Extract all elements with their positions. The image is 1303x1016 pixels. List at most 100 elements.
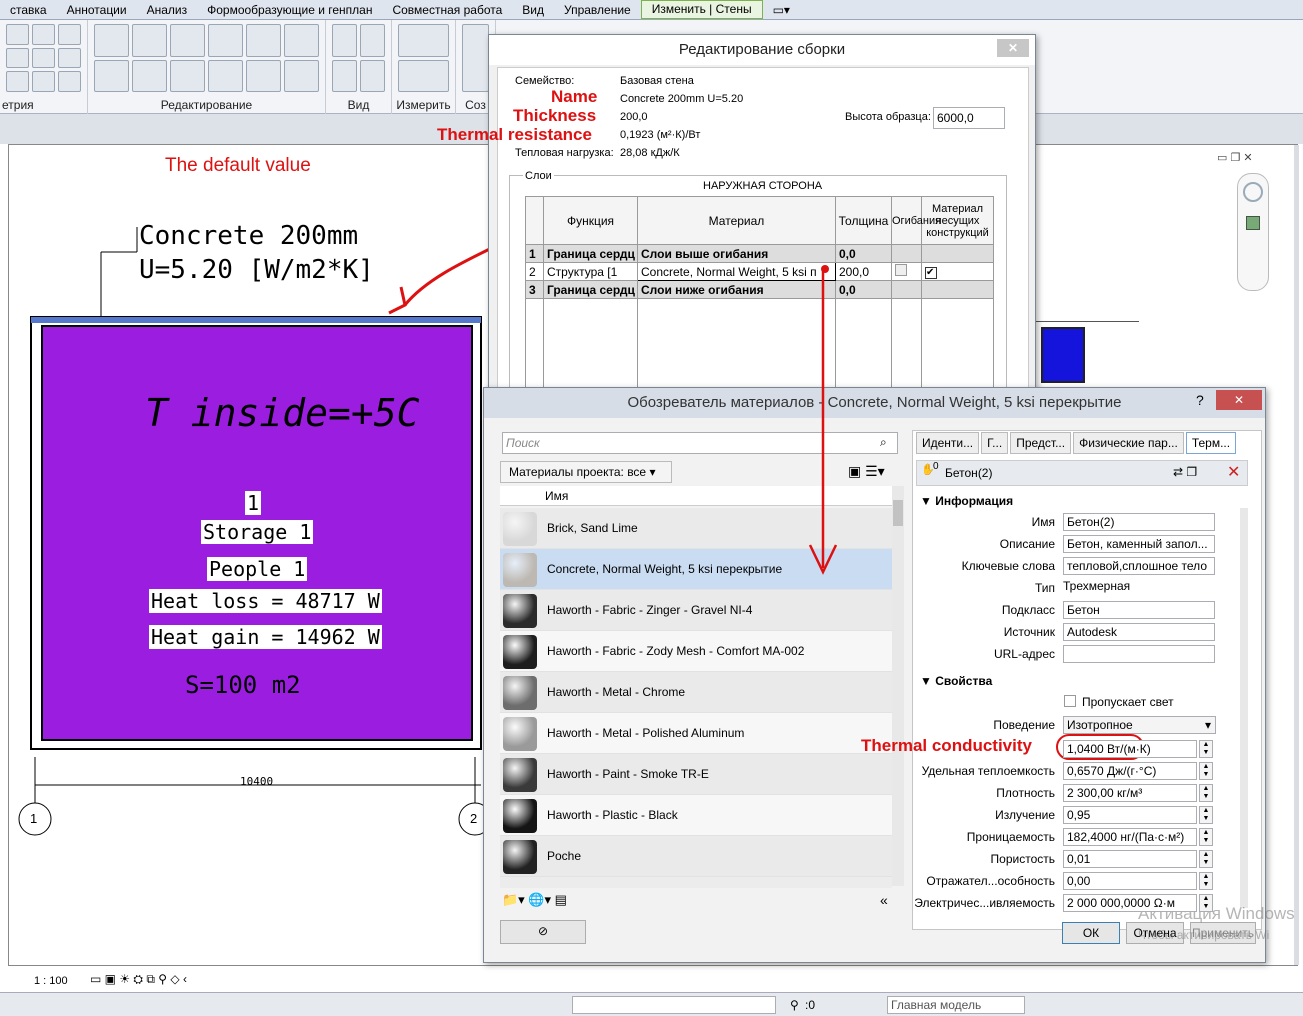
info-label: Подкласс	[1001, 603, 1055, 617]
info-value: Трехмерная	[1063, 579, 1131, 593]
list-item[interactable]: Haworth - Fabric - Zody Mesh - Comfort M…	[500, 631, 892, 672]
scale-label[interactable]: 1 : 100	[34, 975, 68, 987]
search-icon[interactable]: ⌕	[880, 435, 887, 450]
material-swatch	[503, 635, 537, 669]
property-label: Отражател...особность	[926, 874, 1055, 888]
view-controls-icon[interactable]: ▭ ▣ ☀ ⛭ ⧉ ⚲ ◇ ‹	[90, 972, 187, 987]
property-value-input[interactable]: 0,00	[1063, 872, 1197, 890]
property-value-input[interactable]: 0,95	[1063, 806, 1197, 824]
delete-material-button[interactable]: ⊘	[500, 920, 586, 944]
spinner-icon[interactable]: ▲ ▼	[1199, 762, 1213, 780]
status-input[interactable]	[572, 996, 776, 1014]
spinner-icon[interactable]: ▲ ▼	[1199, 784, 1213, 802]
behavior-dropdown[interactable]: Изотропное ▾	[1063, 716, 1216, 734]
arrow-to-wall-head	[388, 286, 407, 315]
structural-checkbox[interactable]: ✔	[925, 267, 937, 279]
material-name: Concrete, Normal Weight, 5 ksi перекрыти…	[547, 562, 783, 576]
material-swatch	[503, 758, 537, 792]
list-item[interactable]: Concrete, Normal Weight, 5 ksi перекрыти…	[500, 549, 892, 590]
transmits-light-checkbox[interactable]	[1064, 695, 1076, 707]
asset-actions-icon[interactable]: ⇄ ❐	[1173, 465, 1197, 479]
property-value-input[interactable]: 182,4000 нг/(Па·с·м²)	[1063, 828, 1197, 846]
close-icon[interactable]: ✕	[997, 39, 1029, 57]
tab-thermal[interactable]: Терм...	[1185, 432, 1237, 454]
list-item[interactable]: Haworth - Metal - Chrome	[500, 672, 892, 713]
info-value[interactable]: Autodesk	[1063, 623, 1215, 641]
material-list[interactable]: Brick, Sand Lime Concrete, Normal Weight,…	[500, 508, 892, 888]
collapse-icon[interactable]: «	[880, 892, 888, 908]
list-item[interactable]: Haworth - Paint - Smoke TR-E	[500, 754, 892, 795]
info-label: Описание	[999, 537, 1055, 551]
info-value[interactable]: тепловой,сплошное тело	[1063, 557, 1215, 575]
table-row[interactable]: 2 Структура [1 Concrete, Normal Weight, 5 …	[525, 262, 994, 281]
tab-appearance[interactable]: Предст...	[1010, 432, 1072, 454]
spinner-icon[interactable]: ▲ ▼	[1199, 740, 1213, 758]
close-icon[interactable]: ✕	[1216, 390, 1262, 410]
edit-assembly-dialog: Редактирование сборки ✕ Семейство: Базов…	[437, 34, 1036, 394]
ribbon-toggle-icon[interactable]: ▭▾	[763, 3, 800, 17]
spinner-icon[interactable]: ▲ ▼	[1199, 850, 1213, 868]
property-value-input[interactable]: 0,6570 Дж/(г·°С)	[1063, 762, 1197, 780]
layers-table[interactable]: Функция Материал Толщина Огибания Материал н…	[525, 196, 994, 389]
material-filter-dropdown[interactable]: Материалы проекта: все ▾	[500, 461, 672, 483]
material-swatch	[503, 676, 537, 710]
sample-height-input[interactable]: 6000,0	[933, 107, 1005, 129]
material-name: Haworth - Fabric - Zinger - Gravel NI-4	[547, 603, 753, 617]
spinner-icon[interactable]: ▲ ▼	[1199, 828, 1213, 846]
selected-wall-highlight	[31, 317, 481, 323]
thermal-resistance-annotation: Thermal resistance	[437, 125, 592, 144]
active-workset-dropdown[interactable]: Главная модель	[887, 996, 1025, 1014]
property-label: Удельная теплоемкость	[921, 764, 1055, 778]
info-section-header[interactable]: ▼ Информация	[920, 494, 1013, 508]
material-browser-title: Обозреватель материалов - Concrete, Norm…	[484, 388, 1265, 418]
property-value-input[interactable]: 2 300,00 кг/м³	[1063, 784, 1197, 802]
group-view: Вид	[326, 20, 392, 114]
tab-insert[interactable]: ставка	[0, 3, 57, 17]
props-scrollbar[interactable]	[1240, 508, 1248, 908]
list-item[interactable]: Brick, Sand Lime	[500, 508, 892, 549]
view-toggle-icon[interactable]: ▣ ☰▾	[848, 463, 885, 480]
tab-analyze[interactable]: Анализ	[137, 3, 198, 17]
tab-modify-walls[interactable]: Изменить | Стены	[640, 0, 763, 19]
tab-view[interactable]: Вид	[512, 3, 554, 17]
property-value-input[interactable]: 0,01	[1063, 850, 1197, 868]
material-browser-dialog: Обозреватель материалов - Concrete, Norm…	[483, 387, 1295, 963]
wraps-checkbox[interactable]	[895, 264, 907, 276]
info-value[interactable]: Бетон(2)	[1063, 513, 1215, 531]
material-swatch	[503, 799, 537, 833]
library-buttons-icon[interactable]: 📁▾ 🌐▾ ▤	[502, 892, 567, 908]
table-row[interactable]: 1 Граница сердц Слои выше огибания 0,0	[525, 244, 994, 263]
material-name: Haworth - Plastic - Black	[547, 808, 678, 822]
tab-annotate[interactable]: Аннотации	[57, 3, 137, 17]
info-value[interactable]: Бетон, каменный запол...	[1063, 535, 1215, 553]
table-row[interactable]: 3 Граница сердц Слои ниже огибания 0,0	[525, 280, 994, 299]
info-value[interactable]: Бетон	[1063, 601, 1215, 619]
list-item[interactable]: Haworth - Metal - Polished Aluminum	[500, 713, 892, 754]
search-input[interactable]: Поиск	[502, 432, 898, 454]
property-value-input[interactable]: 1,0400 Вт/(м·К)	[1063, 740, 1197, 758]
list-item[interactable]: Haworth - Plastic - Black	[500, 795, 892, 836]
room-heat-gain: Heat gain = 14962 W	[149, 625, 382, 649]
help-icon[interactable]: ?	[1196, 392, 1204, 408]
list-item[interactable]: Poche	[500, 836, 892, 877]
property-value-input[interactable]: 2 000 000,0000 Ω·м	[1063, 894, 1197, 912]
spinner-icon[interactable]: ▲ ▼	[1199, 872, 1213, 890]
spinner-icon[interactable]: ▲ ▼	[1199, 894, 1213, 912]
info-label: Имя	[1031, 515, 1055, 529]
spinner-icon[interactable]: ▲ ▼	[1199, 806, 1213, 824]
list-item[interactable]: Haworth - Fabric - Zinger - Gravel NI-4	[500, 590, 892, 631]
remove-asset-icon[interactable]: ✕	[1227, 462, 1240, 482]
material-name: Haworth - Fabric - Zody Mesh - Comfort M…	[547, 644, 805, 658]
material-list-scrollbar[interactable]	[892, 486, 904, 886]
tab-graphics[interactable]: Г...	[981, 432, 1009, 454]
material-name: Poche	[547, 849, 582, 863]
room-temperature-label: T inside=+5C	[145, 391, 420, 435]
tab-physical[interactable]: Физические пар...	[1073, 432, 1184, 454]
tab-collaborate[interactable]: Совместная работа	[382, 3, 512, 17]
info-value[interactable]	[1063, 645, 1215, 663]
tab-identity[interactable]: Иденти...	[916, 432, 980, 454]
tab-manage[interactable]: Управление	[554, 3, 641, 17]
props-section-header[interactable]: ▼ Свойства	[920, 674, 992, 688]
tab-massing[interactable]: Формообразующие и генплан	[197, 3, 382, 17]
ok-button[interactable]: ОК	[1062, 922, 1120, 944]
